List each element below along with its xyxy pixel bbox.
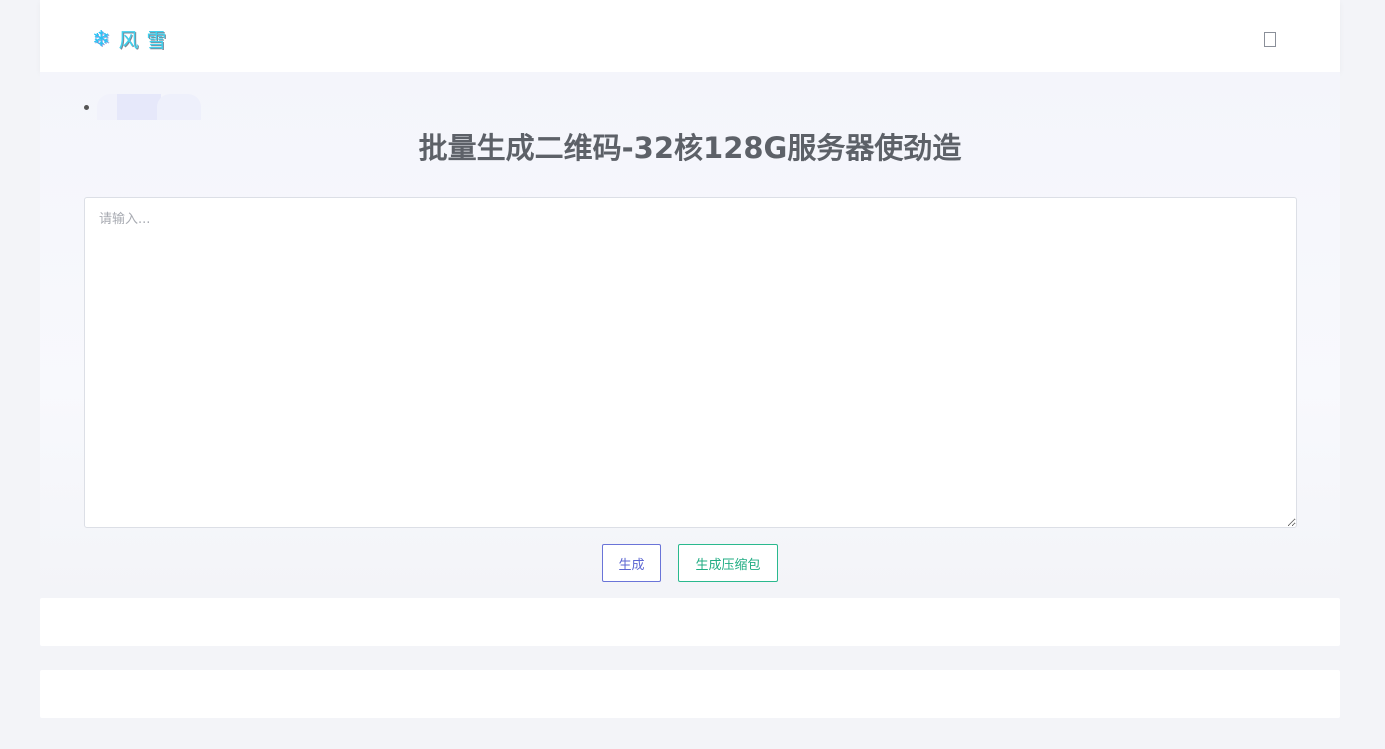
- page-wrapper: ❄ 风雪 批量生成二维码-32核128G服务器使劲造 生成 生成压缩包: [40, 0, 1340, 749]
- breadcrumb-item-blurred[interactable]: [97, 94, 201, 120]
- footer-card: [40, 670, 1340, 718]
- page-title: 批量生成二维码-32核128G服务器使劲造: [418, 131, 962, 165]
- menu-toggle-icon[interactable]: [1264, 32, 1276, 47]
- site-logo-text: 风雪: [118, 28, 175, 52]
- breadcrumb: [84, 94, 201, 120]
- main-panel: 批量生成二维码-32核128G服务器使劲造 生成 生成压缩包: [40, 72, 1340, 598]
- snowflake-icon: ❄: [92, 27, 111, 52]
- result-card: [40, 598, 1340, 646]
- breadcrumb-bullet: [84, 104, 89, 110]
- generate-zip-button[interactable]: 生成压缩包: [678, 544, 778, 582]
- site-logo[interactable]: ❄ 风雪: [92, 24, 174, 56]
- generate-button[interactable]: 生成: [602, 544, 661, 582]
- header: ❄ 风雪: [40, 0, 1340, 72]
- batch-input-textarea[interactable]: [84, 197, 1297, 528]
